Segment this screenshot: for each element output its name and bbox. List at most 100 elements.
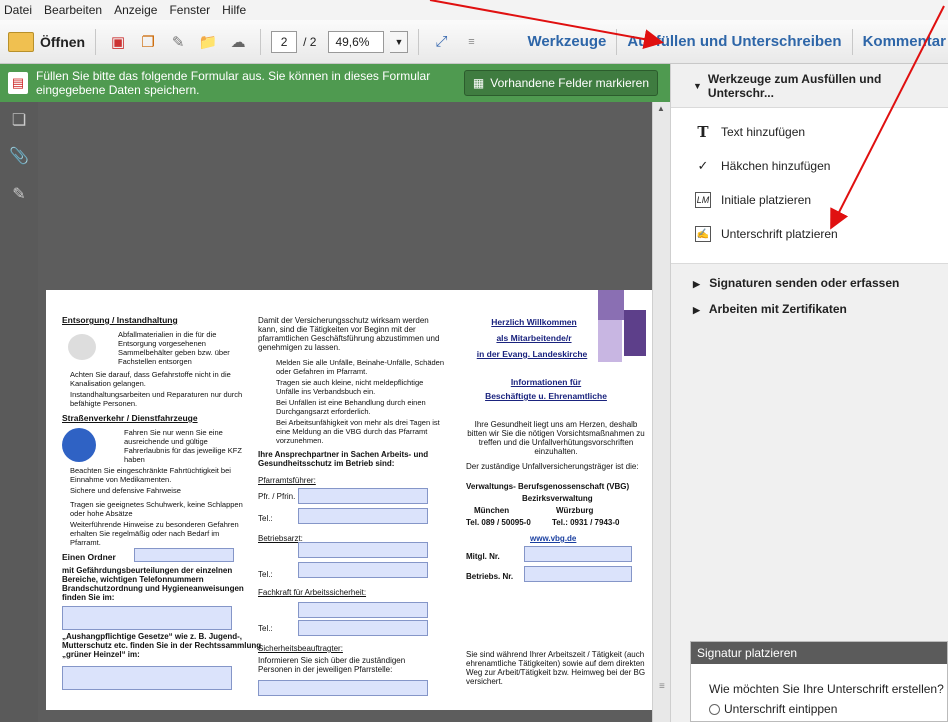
menu-anzeige[interactable]: Anzeige [114, 3, 157, 17]
zoom-input[interactable]: 49,6% [328, 30, 385, 53]
page-number-input[interactable]: 2 [271, 30, 298, 53]
fachkraft-name-field[interactable] [298, 602, 428, 618]
tool-place-signature[interactable]: ✍ Unterschrift platzieren [695, 226, 838, 242]
text-durchgangsarzt: Bei Unfällen ist eine Behandlung durch e… [276, 398, 426, 416]
zoom-dropdown-icon[interactable]: ▼ [390, 30, 409, 53]
text-gesetze: „Aushangpflichtige Gesetze“ wie z. B. Ju… [62, 632, 262, 659]
info-2: Beschäftigte u. Ehrenamtliche [485, 391, 607, 401]
tool-place-initials[interactable]: LM Initiale platzieren [695, 192, 811, 208]
customize-icon[interactable]: ≡ [459, 30, 483, 54]
text-intro: Damit der Versicherungsschutz wirksam we… [258, 316, 440, 352]
logo-block-1 [598, 290, 624, 320]
panel-header-label: Werkzeuge zum Ausfüllen und Unterschr... [707, 71, 882, 100]
arzt-name-field[interactable] [298, 542, 428, 558]
attachment-icon[interactable]: 📎 [9, 146, 29, 166]
info-1: Informationen für [510, 377, 582, 387]
signature-dialog: Signatur platzieren Wie möchten Sie Ihre… [690, 641, 948, 722]
fullscreen-icon[interactable]: ⤢ [429, 30, 453, 54]
toolbar: Öffnen ▣ ❐ ✎ 📁 ☁ 2 / 2 49,6% ▼ ⤢ ≡ Werkz… [0, 20, 948, 64]
text-traeger: Der zuständige Unfallversicherungsträger… [466, 462, 639, 471]
collapsed-arrow-icon: ▶ [693, 279, 700, 289]
edit-icon[interactable]: ✎ [166, 30, 190, 54]
signature-question: Wie möchten Sie Ihre Unterschrift erstel… [709, 682, 944, 696]
initials-icon: LM [695, 192, 711, 208]
toolbar-divider [95, 28, 97, 55]
text-medikamente: Beachten Sie eingeschränkte Fahrtüchtigk… [70, 466, 231, 484]
text-ordner: mit Gefährdungsbeurteilungen der einzeln… [62, 566, 244, 602]
text-muc: München [474, 506, 510, 515]
arzt-tel-field[interactable] [298, 562, 428, 578]
signatures-icon[interactable]: ✎ [9, 184, 29, 204]
scroll-grip-icon[interactable]: ≡ [659, 681, 665, 692]
open-button[interactable]: Öffnen [8, 31, 86, 52]
text-versichert: Sie sind während Ihrer Arbeitszeit / Tät… [466, 650, 646, 686]
text-unfaelle: Melden Sie alle Unfälle, Beinahe-Unfälle… [276, 358, 445, 376]
section-signaturen[interactable]: ▶ Signaturen senden oder erfassen [693, 276, 899, 290]
ordner-location-field[interactable] [62, 606, 232, 630]
tool-add-text[interactable]: T Text hinzufügen [695, 123, 806, 141]
label-fachkraft: Fachkraft für Arbeitssicherheit: [258, 588, 367, 597]
vbg-link[interactable]: www.vbg.de [530, 534, 576, 543]
highlight-fields-label: Vorhandene Felder markieren [490, 76, 649, 90]
text-vbg: Verwaltungs- Berufsgenossenschaft (VBG) [466, 482, 630, 491]
tool-place-signature-label: Unterschrift platzieren [721, 227, 838, 241]
scroll-up-icon[interactable]: ▲ [657, 104, 665, 113]
text-schuhwerk: Tragen sie geeignetes Schuhwerk, keine S… [70, 500, 243, 518]
combine-icon[interactable]: ❐ [136, 30, 160, 54]
tool-add-text-label: Text hinzufügen [721, 125, 806, 139]
folder-export-icon[interactable]: 📁 [196, 30, 220, 54]
panel-header-werkzeuge[interactable]: ▼ Werkzeuge zum Ausfüllen und Unterschr.… [671, 64, 948, 108]
form-info-bar: ▤ Füllen Sie bitte das folgende Formular… [0, 64, 670, 102]
tool-list: T Text hinzufügen ✓ Häkchen hinzufügen L… [671, 108, 948, 264]
open-label: Öffnen [40, 33, 86, 50]
toolbar-divider [418, 28, 420, 55]
pages-icon[interactable]: ❏ [9, 110, 29, 130]
toolbar-divider [616, 28, 618, 55]
create-pdf-icon[interactable]: ▣ [106, 30, 130, 54]
text-tel-wue: Tel.: 0931 / 7943-0 [552, 518, 620, 527]
text-fahrerlaubnis: Fahren Sie nur wenn Sie eine ausreichend… [124, 428, 242, 464]
menu-hilfe[interactable]: Hilfe [222, 3, 246, 17]
tool-add-check[interactable]: ✓ Häkchen hinzufügen [695, 158, 831, 174]
collapsed-arrow-icon: ▶ [693, 305, 700, 315]
mitgl-field[interactable] [524, 546, 632, 562]
fachkraft-tel-field[interactable] [298, 620, 428, 636]
text-abfall: Abfallmaterialien in die für die Entsorg… [118, 330, 230, 366]
expand-down-icon: ▼ [693, 80, 702, 91]
tab-werkzeuge[interactable]: Werkzeuge [527, 33, 606, 50]
signature-dialog-title: Signatur platzieren [691, 642, 947, 664]
tool-add-check-label: Häkchen hinzufügen [721, 159, 831, 173]
section-zertifikate[interactable]: ▶ Arbeiten mit Zertifikaten [693, 302, 847, 316]
signature-icon: ✍ [695, 226, 711, 242]
cloud-upload-icon[interactable]: ☁ [226, 30, 250, 54]
menu-fenster[interactable]: Fenster [169, 3, 210, 17]
gesetze-location-field[interactable] [62, 666, 232, 690]
toolbar-divider [851, 28, 853, 55]
betriebs-field[interactable] [524, 566, 632, 582]
highlight-fields-button[interactable]: ▦ Vorhandene Felder markieren [463, 70, 658, 96]
ordner-field[interactable] [134, 548, 234, 562]
text-verbandsbuch: Tragen sie auch kleine, nicht meldepflic… [276, 378, 424, 396]
label-ordner: Einen Ordner [62, 552, 116, 562]
folder-icon [8, 31, 34, 52]
label-arzt: Betriebsarzt: [258, 534, 303, 543]
label-mitgl: Mitgl. Nr. [466, 552, 500, 561]
pfarramt-name-field[interactable] [298, 488, 428, 504]
tab-fill-sign[interactable]: Ausfüllen und Unterschreiben [627, 33, 841, 50]
welcome-3: in der Evang. Landeskirche [476, 349, 588, 359]
form-info-text: Füllen Sie bitte das folgende Formular a… [36, 69, 431, 97]
text-wue: Würzburg [556, 506, 594, 515]
tab-kommentar[interactable]: Kommentar [863, 33, 946, 50]
menu-bearbeiten[interactable]: Bearbeiten [44, 3, 102, 17]
welcome-1: Herzlich Willkommen [491, 317, 577, 327]
signature-option-type[interactable]: Unterschrift eintippen [709, 702, 837, 716]
highlight-fields-icon: ▦ [472, 76, 485, 90]
text-hinweise: Weiterführende Hinweise zu besonderen Ge… [70, 520, 239, 547]
heading-entsorgung: Entsorgung / Instandhaltung [62, 315, 178, 325]
menu-bar: Datei Bearbeiten Anzeige Fenster Hilfe [0, 0, 948, 20]
pfarramt-tel-field[interactable] [298, 508, 428, 524]
logo-block-2 [624, 310, 646, 356]
sib-field[interactable] [258, 680, 428, 696]
menu-datei[interactable]: Datei [4, 3, 32, 17]
vertical-scrollbar[interactable]: ▲ ≡ [652, 102, 670, 722]
